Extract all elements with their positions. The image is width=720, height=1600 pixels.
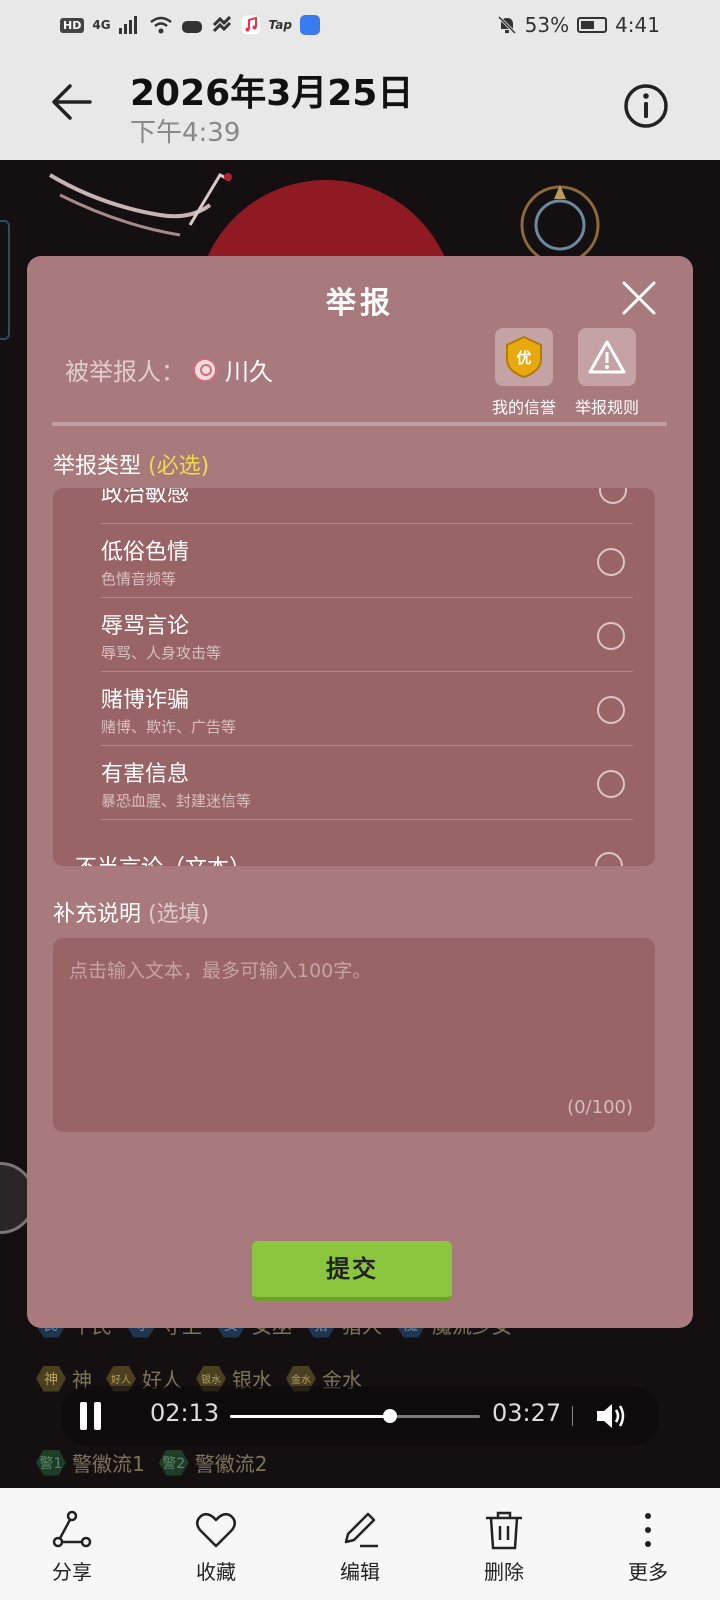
favorite-label: 收藏 [196, 1560, 236, 1584]
more-label: 更多 [628, 1560, 668, 1584]
required-hint: (必选) [148, 454, 210, 479]
edit-label: 编辑 [340, 1560, 380, 1584]
svg-text:优: 优 [516, 349, 531, 367]
my-credit-button[interactable]: 优 我的信誉 [480, 328, 568, 418]
info-icon[interactable] [622, 82, 670, 130]
role-tag: 警1 警徽流1 [36, 1448, 145, 1477]
link-icon [212, 16, 231, 33]
delete-label: 删除 [484, 1560, 524, 1584]
radio-button[interactable] [597, 770, 625, 798]
dialog-title: 举报 [326, 286, 394, 321]
heart-icon [196, 1512, 236, 1548]
radio-button[interactable] [597, 696, 625, 724]
current-time: 02:13 [150, 1399, 220, 1427]
share-button[interactable]: 分享 [0, 1488, 144, 1600]
credit-badge-icon: 优 [495, 328, 553, 386]
warning-icon [578, 328, 636, 386]
radio-button[interactable] [595, 852, 623, 866]
progress-fill [230, 1415, 390, 1418]
volume-icon[interactable] [594, 1400, 628, 1432]
report-option[interactable]: 赌博诈骗 赌博、欺诈、广告等 [101, 672, 633, 746]
hd-badge: HD [60, 17, 85, 33]
report-option[interactable]: 有害信息 暴恐血腥、封建迷信等 [101, 746, 633, 820]
progress-bar[interactable] [230, 1409, 480, 1423]
textarea-placeholder: 点击输入文本，最多可输入100字。 [69, 960, 372, 982]
back-arrow-icon[interactable] [50, 80, 94, 124]
favorite-button[interactable]: 收藏 [144, 1488, 288, 1600]
trash-icon [486, 1511, 522, 1550]
signal-icon [118, 16, 137, 34]
radio-button[interactable] [597, 622, 625, 650]
my-credit-label: 我的信誉 [491, 398, 556, 417]
report-type-label: 举报类型 (必选) [53, 454, 210, 479]
app-notification-icon [300, 15, 320, 35]
report-rules-button[interactable]: 举报规则 [563, 328, 651, 418]
controls-divider [572, 1406, 573, 1426]
report-option[interactable]: 低俗色情 色情音频等 [101, 524, 633, 598]
extra-info-label: 补充说明 (选填) [53, 902, 210, 927]
reported-user: 被举报人： 川久 [65, 352, 273, 387]
total-time: 03:27 [492, 1399, 562, 1427]
report-option[interactable]: 辱骂言论 辱骂、人身攻击等 [101, 598, 633, 672]
battery-percent: 53% [524, 13, 570, 37]
crane-decoration [48, 173, 232, 237]
radio-button[interactable] [597, 548, 625, 576]
more-icon [645, 1513, 651, 1547]
close-icon[interactable] [621, 280, 657, 316]
report-rules-label: 举报规则 [574, 398, 639, 417]
video-controls: 02:13 03:27 [60, 1386, 660, 1446]
header-date: 2026年3月25日 [130, 73, 414, 114]
progress-knob[interactable] [383, 1409, 397, 1423]
delete-button[interactable]: 删除 [432, 1488, 576, 1600]
submit-button[interactable]: 提交 [252, 1241, 452, 1301]
optional-hint: (选填) [148, 902, 210, 927]
edit-icon [344, 1512, 378, 1548]
mute-icon [497, 15, 516, 35]
header: 2026年3月25日 下午4:39 [0, 50, 720, 160]
side-panel-edge [0, 220, 10, 340]
music-icon [240, 15, 261, 35]
header-time: 下午4:39 [130, 118, 241, 148]
pause-button[interactable] [80, 1402, 106, 1430]
edit-button[interactable]: 编辑 [288, 1488, 432, 1600]
report-type-list[interactable]: 政治敏感 低俗色情 色情音频等 辱骂言论 辱骂、人身攻击等 赌博诈骗 赌博、欺诈… [53, 488, 655, 866]
reported-label: 被举报人： [65, 358, 185, 386]
share-icon [52, 1510, 92, 1548]
network-type: 4G [92, 18, 111, 32]
role-tag: 警2 警徽流2 [158, 1448, 267, 1477]
reported-name: 川久 [225, 358, 273, 386]
status-bar: HD 4G Tap 53% 4:41 [0, 0, 720, 50]
bottom-action-bar: 分享 收藏 编辑 删除 更多 [0, 1488, 720, 1600]
battery-icon [577, 17, 608, 33]
report-dialog: 举报 被举报人： 川久 优 我的信誉 举报规则 举报类型 (必选) 政治敏感 低… [27, 256, 693, 1328]
share-label: 分享 [52, 1560, 92, 1584]
clock: 4:41 [615, 13, 660, 37]
option-partial-bottom[interactable]: 不当言论（文本） [75, 850, 251, 866]
extra-info-textarea[interactable]: 点击输入文本，最多可输入100字。 (0/100) [53, 938, 655, 1132]
role-tags-row-3: 警1 警徽流1 警2 警徽流2 [36, 1448, 676, 1477]
female-gender-icon [193, 357, 217, 382]
tap-icon: Tap [268, 18, 292, 32]
game-icon [181, 21, 202, 33]
char-counter: (0/100) [567, 1097, 633, 1118]
wifi-icon [149, 16, 172, 34]
dialog-divider [52, 422, 667, 426]
more-button[interactable]: 更多 [576, 1488, 720, 1600]
list-divider [101, 488, 633, 524]
